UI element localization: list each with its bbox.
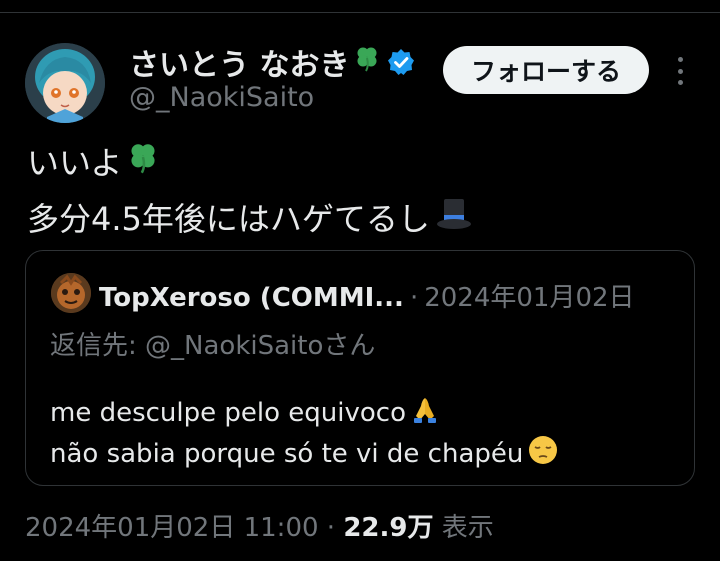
post-text-1: いいよ [27, 144, 123, 182]
quote-header: TopXeroso (COMMI... · 2024年01月02日 [99, 277, 635, 314]
reply-handle[interactable]: @_NaokiSaito [145, 331, 323, 361]
quote-author-avatar[interactable] [51, 273, 91, 313]
four-leaf-clover-icon [126, 140, 160, 182]
post-text-line-1: いいよ [27, 138, 160, 184]
pensive-face-icon [527, 434, 559, 473]
reply-suffix: さん [323, 331, 376, 361]
quote-date[interactable]: 2024年01月02日 [424, 283, 634, 313]
author-name[interactable]: さいとう なおき [129, 40, 415, 84]
views-label: 表示 [441, 513, 494, 543]
follow-button[interactable]: フォローする [443, 46, 649, 94]
quote-author-name[interactable]: TopXeroso (COMMI... [99, 283, 404, 313]
post-timestamp[interactable]: 2024年01月02日 11:00 [25, 513, 319, 543]
post-meta: 2024年01月02日 11:00 · 22.9万 表示 [25, 507, 494, 544]
post-text-2: 多分4.5年後にはハゲてるし [27, 200, 430, 238]
quote-separator: · [409, 283, 419, 313]
top-hat-icon [434, 193, 474, 241]
more-options-icon[interactable] [670, 54, 690, 88]
quote-text-line-2: não sabia porque só te vi de chapéu [50, 434, 559, 473]
views-count: 22.9万 [343, 513, 434, 543]
folded-hands-icon [410, 394, 440, 431]
top-divider [0, 12, 720, 13]
reply-prefix: 返信先: [50, 331, 146, 361]
post-text-line-2: 多分4.5年後にはハゲてるし [27, 193, 474, 241]
quoted-post-card[interactable]: TopXeroso (COMMI... · 2024年01月02日 返信先: @_N… [25, 250, 695, 486]
quote-text-2: não sabia porque só te vi de chapéu [50, 438, 524, 469]
quote-text-line-1: me desculpe pelo equivoco [50, 394, 440, 431]
quote-reply-to: 返信先: @_NaokiSaitoさん [50, 325, 375, 362]
meta-separator: · [326, 513, 336, 543]
four-leaf-clover-icon [353, 44, 381, 80]
author-name-text: さいとう なおき [129, 48, 350, 83]
author-handle[interactable]: @_NaokiSaito [129, 82, 314, 113]
verified-badge-icon [387, 48, 415, 76]
quote-text-1: me desculpe pelo equivoco [50, 397, 406, 428]
author-avatar[interactable] [25, 43, 105, 123]
